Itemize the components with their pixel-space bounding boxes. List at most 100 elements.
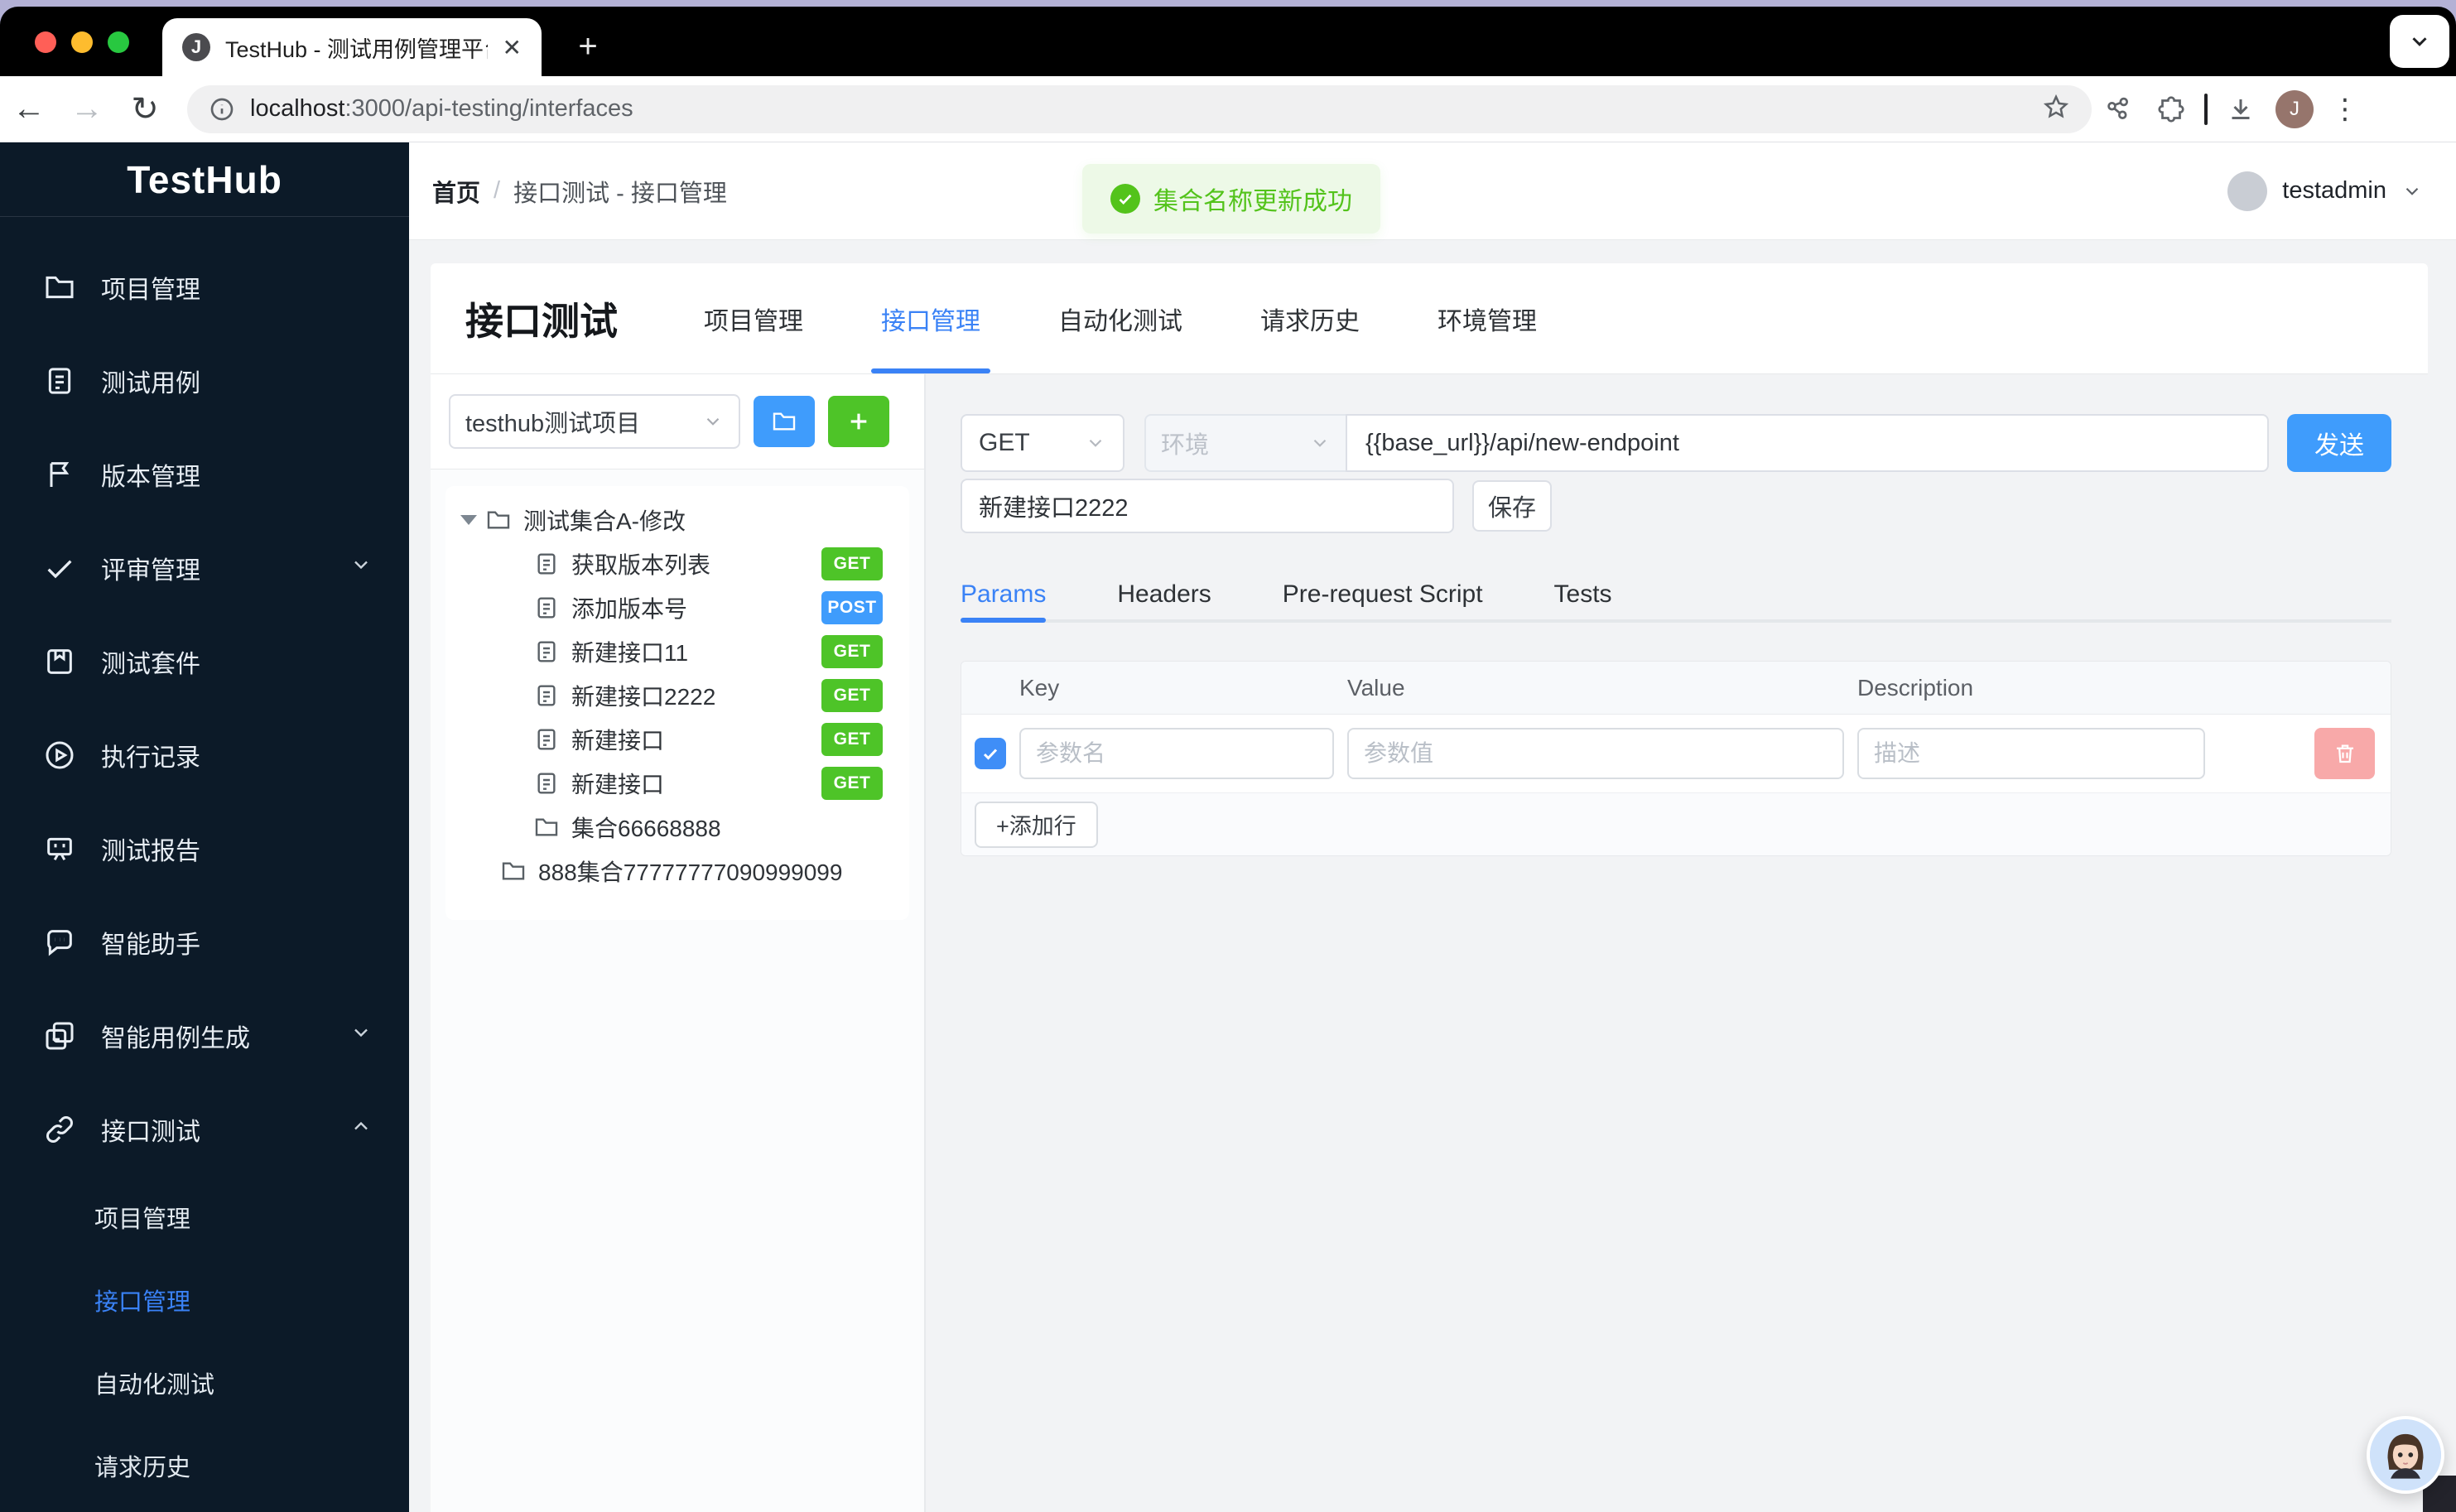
method-badge: GET bbox=[821, 678, 883, 712]
tree-interface-row[interactable]: 获取版本列表 GET bbox=[454, 542, 901, 585]
main-content: 接口测试 项目管理 接口管理 自动化测试 请求历史 环境管理 testhub测试… bbox=[409, 240, 2456, 1512]
tab-request-history[interactable]: 请求历史 bbox=[1260, 263, 1360, 373]
downloads-icon[interactable] bbox=[2214, 94, 2267, 124]
breadcrumb-current: 接口测试 - 接口管理 bbox=[513, 180, 727, 207]
user-name: testadmin bbox=[2282, 177, 2386, 204]
url-input[interactable] bbox=[1346, 414, 2269, 472]
browser-menu-icon[interactable]: ⋮ bbox=[2322, 93, 2368, 126]
sidebar-item-test-suites[interactable]: 测试套件 bbox=[0, 614, 409, 708]
tab-environment-management[interactable]: 环境管理 bbox=[1437, 263, 1537, 373]
sidebar-menu: 项目管理 测试用例 版本管理 评审管理 测试套件 执行记录 测试报告 智能助手 … bbox=[0, 217, 409, 1507]
extensions-puzzle-icon[interactable] bbox=[2145, 94, 2198, 124]
forward-button[interactable]: → bbox=[58, 90, 116, 128]
browser-profile-avatar[interactable]: J bbox=[2275, 89, 2314, 128]
browser-tabstrip: J TestHub - 测试用例管理平台 ✕ + bbox=[0, 7, 2456, 76]
page-header-card: 接口测试 项目管理 接口管理 自动化测试 请求历史 环境管理 bbox=[431, 263, 2428, 374]
hub-extension-icon[interactable] bbox=[2092, 94, 2145, 124]
add-row-button[interactable]: +添加行 bbox=[975, 801, 1098, 848]
tab-project-management[interactable]: 项目管理 bbox=[704, 263, 803, 373]
method-badge: GET bbox=[821, 634, 883, 668]
url-text[interactable]: localhost:3000/api-testing/interfaces bbox=[250, 95, 2027, 123]
request-bar: GET 环境 发送 bbox=[961, 414, 2391, 472]
project-select[interactable]: testhub测试项目 bbox=[449, 394, 740, 449]
link-icon bbox=[46, 1115, 73, 1143]
collections-panel: testhub测试项目 测试集合A-修改 获取版本列表 GET 添加版本号 PO… bbox=[431, 374, 926, 1512]
interface-name-input[interactable] bbox=[961, 479, 1454, 533]
sidebar-item-review-management[interactable]: 评审管理 bbox=[0, 521, 409, 614]
sidebar-subitem-request-history[interactable]: 请求历史 bbox=[0, 1424, 409, 1507]
method-select[interactable]: GET bbox=[961, 414, 1124, 472]
param-enabled-checkbox[interactable] bbox=[975, 738, 1006, 769]
sidebar-item-ai-case-generation[interactable]: 智能用例生成 bbox=[0, 989, 409, 1082]
delete-row-button[interactable] bbox=[2314, 728, 2375, 779]
close-window-button[interactable] bbox=[35, 31, 56, 53]
tree-folder-row[interactable]: 测试集合A-修改 bbox=[454, 498, 901, 542]
browser-tab[interactable]: J TestHub - 测试用例管理平台 ✕ bbox=[162, 18, 542, 76]
send-button[interactable]: 发送 bbox=[2287, 414, 2391, 472]
params-table-header: Key Value Description bbox=[961, 662, 2391, 715]
sidebar-item-project-management[interactable]: 项目管理 bbox=[0, 240, 409, 334]
girl-avatar-icon bbox=[2370, 1419, 2441, 1490]
tree-interface-row[interactable]: 新建接口 GET bbox=[454, 761, 901, 805]
add-interface-button[interactable] bbox=[828, 396, 889, 447]
sidebar-subitem-project-management[interactable]: 项目管理 bbox=[0, 1176, 409, 1259]
tree-interface-row[interactable]: 新建接口 GET bbox=[454, 717, 901, 761]
zoom-window-button[interactable] bbox=[108, 31, 129, 53]
sidebar-item-execution-records[interactable]: 执行记录 bbox=[0, 708, 409, 802]
tab-tests[interactable]: Tests bbox=[1554, 570, 1612, 619]
tree-interface-row[interactable]: 新建接口11 GET bbox=[454, 629, 901, 673]
caret-down-icon[interactable] bbox=[460, 514, 477, 525]
tree-interface-row[interactable]: 添加版本号 POST bbox=[454, 585, 901, 629]
param-value-input[interactable] bbox=[1347, 728, 1844, 779]
environment-select[interactable]: 环境 bbox=[1144, 414, 1346, 472]
params-table-footer: +添加行 bbox=[961, 792, 2391, 855]
tab-search-button[interactable] bbox=[2390, 15, 2449, 68]
check-icon bbox=[47, 559, 72, 578]
sidebar-subitem-automation-testing[interactable]: 自动化测试 bbox=[0, 1341, 409, 1424]
save-button[interactable]: 保存 bbox=[1472, 480, 1552, 532]
back-button[interactable]: ← bbox=[0, 90, 58, 128]
sidebar-item-ai-assistant[interactable]: 智能助手 bbox=[0, 895, 409, 989]
breadcrumb-home[interactable]: 首页 bbox=[432, 174, 480, 209]
sidebar-item-api-testing[interactable]: 接口测试 bbox=[0, 1082, 409, 1176]
flag-icon bbox=[50, 461, 70, 487]
site-info-icon[interactable] bbox=[209, 96, 235, 123]
param-description-input[interactable] bbox=[1857, 728, 2205, 779]
tree-interface-row[interactable]: 新建接口2222 GET bbox=[454, 673, 901, 717]
tab-automation-testing[interactable]: 自动化测试 bbox=[1058, 263, 1182, 373]
folder-icon bbox=[773, 412, 796, 431]
request-name-row: 保存 bbox=[961, 479, 1552, 533]
sidebar-item-version-management[interactable]: 版本管理 bbox=[0, 427, 409, 521]
tab-close-icon[interactable]: ✕ bbox=[503, 34, 522, 61]
chevron-down-icon bbox=[349, 553, 373, 583]
new-collection-button[interactable] bbox=[754, 396, 815, 447]
params-row bbox=[961, 715, 2391, 792]
project-toolbar: testhub测试项目 bbox=[431, 374, 924, 469]
browser-toolbar: ← → ↻ localhost:3000/api-testing/interfa… bbox=[0, 76, 2456, 142]
success-check-icon bbox=[1110, 184, 1140, 214]
sidebar-item-test-reports[interactable]: 测试报告 bbox=[0, 802, 409, 895]
tree-folder-row[interactable]: 888集合77777777090999099 bbox=[454, 849, 901, 893]
report-board-icon bbox=[47, 837, 72, 860]
app-header: 首页 / 接口测试 - 接口管理 testadmin bbox=[409, 142, 2456, 240]
tree-folder-row[interactable]: 集合66668888 bbox=[454, 805, 901, 849]
address-bar[interactable]: localhost:3000/api-testing/interfaces bbox=[187, 84, 2092, 133]
tab-params[interactable]: Params bbox=[961, 570, 1047, 623]
window-controls[interactable] bbox=[35, 31, 129, 53]
bookmark-star-icon[interactable] bbox=[2042, 93, 2070, 125]
chevron-down-icon bbox=[1089, 439, 1102, 447]
minimize-window-button[interactable] bbox=[71, 31, 93, 53]
sidebar-item-test-cases[interactable]: 测试用例 bbox=[0, 334, 409, 427]
main-tabs: 项目管理 接口管理 自动化测试 请求历史 环境管理 bbox=[704, 263, 1537, 373]
user-menu[interactable]: testadmin bbox=[2227, 171, 2423, 211]
tab-pre-request-script[interactable]: Pre-request Script bbox=[1283, 570, 1483, 619]
sidebar-subitem-interface-management[interactable]: 接口管理 bbox=[0, 1259, 409, 1341]
assistant-avatar-button[interactable] bbox=[2367, 1416, 2444, 1494]
param-key-input[interactable] bbox=[1019, 728, 1334, 779]
tab-interface-management[interactable]: 接口管理 bbox=[871, 263, 990, 373]
tab-headers[interactable]: Headers bbox=[1117, 570, 1211, 619]
new-tab-button[interactable]: + bbox=[568, 28, 608, 68]
document-icon bbox=[537, 596, 556, 619]
params-table: Key Value Description +添加行 bbox=[961, 661, 2391, 856]
reload-button[interactable]: ↻ bbox=[116, 90, 174, 128]
